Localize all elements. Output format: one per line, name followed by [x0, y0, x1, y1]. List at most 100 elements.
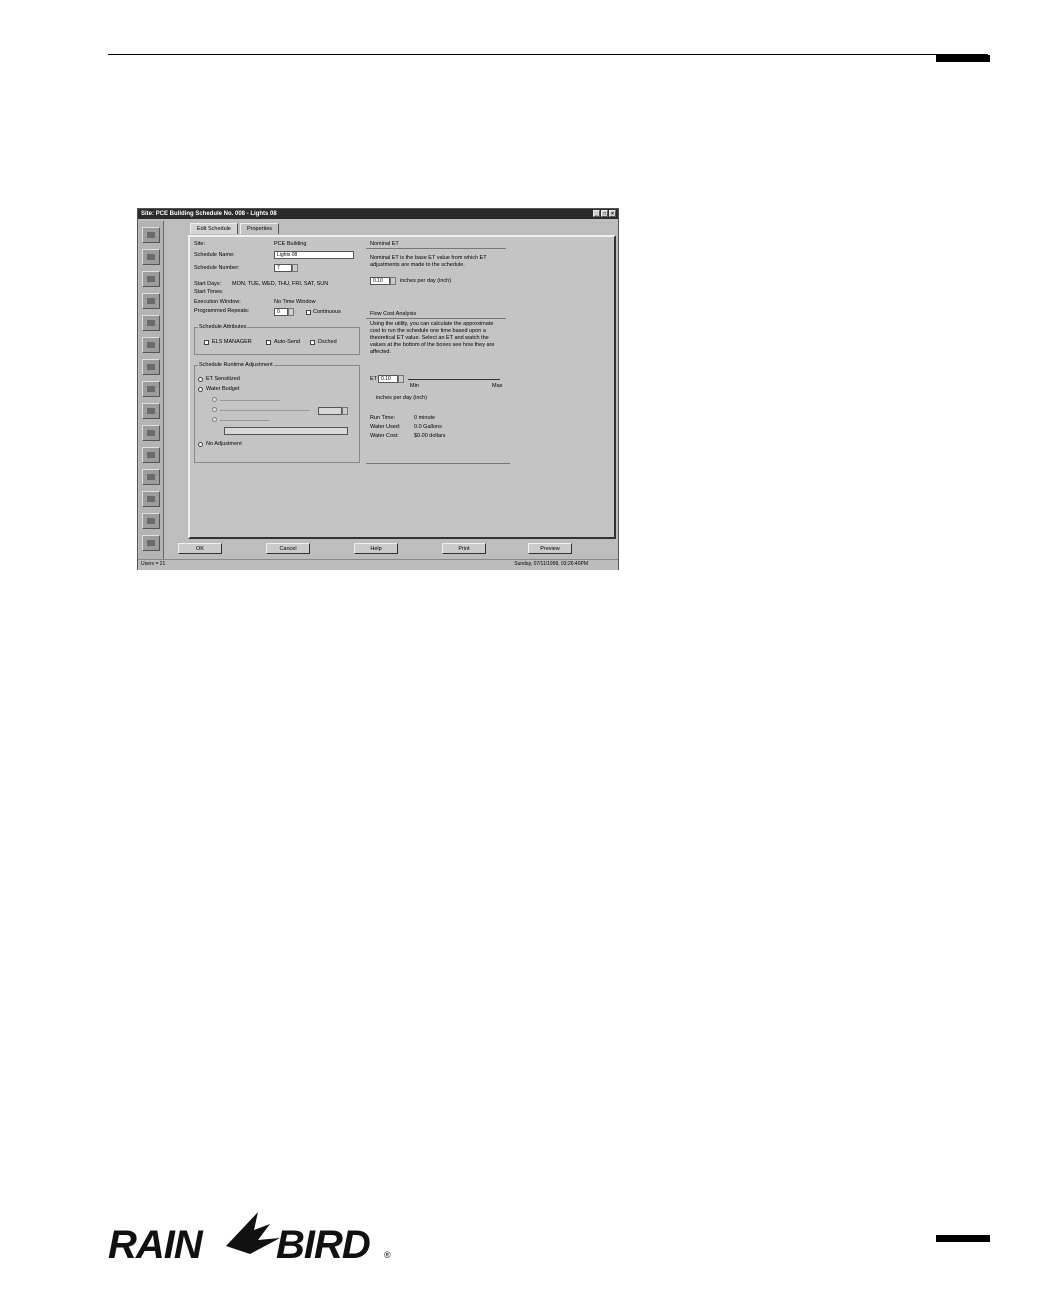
site-value: PCE Building — [274, 241, 307, 247]
tool-icon — [147, 298, 155, 304]
et-spinner[interactable] — [398, 375, 404, 383]
tool-icon — [147, 254, 155, 260]
schedule-number-input[interactable]: 7 — [274, 264, 292, 272]
run-time-value: 0 minute — [414, 415, 436, 421]
rain-bird-logo-graphic: RAIN BIRD ® — [108, 1212, 391, 1267]
run-time-label: Run Time: — [370, 415, 396, 421]
ok-button[interactable]: OK — [178, 543, 222, 554]
runtime-adjustment-title: Schedule Runtime Adjustment — [198, 362, 274, 369]
tab-edit-schedule[interactable]: Edit Schedule — [190, 223, 238, 234]
budget-option-radio[interactable] — [212, 417, 217, 422]
tool-button[interactable] — [142, 513, 160, 529]
start-days-label: Start Days: — [194, 281, 222, 287]
tab-properties[interactable]: Properties — [239, 223, 280, 234]
execution-window-value: No Time Window — [274, 299, 316, 305]
tool-button[interactable] — [142, 491, 160, 507]
slider-min-label: Min — [410, 383, 419, 389]
budget-option-radio[interactable] — [212, 397, 217, 402]
tool-icon — [147, 276, 155, 282]
budget-option-label — [220, 400, 280, 401]
minimize-button[interactable]: _ — [593, 210, 600, 217]
auto-send-checkbox[interactable] — [266, 340, 271, 345]
tool-button[interactable] — [142, 293, 160, 309]
help-button[interactable]: Help — [354, 543, 398, 554]
bird-icon — [226, 1212, 280, 1254]
repeats-input[interactable]: 0 — [274, 308, 288, 316]
et-unit: inches per day (inch) — [376, 395, 428, 401]
flow-cost-title: Flow Cost Analysis — [370, 311, 417, 317]
et-slider[interactable] — [408, 379, 500, 380]
maximize-button[interactable]: □ — [601, 210, 608, 217]
logo-wordmark-2: BIRD — [276, 1223, 370, 1264]
tool-button[interactable] — [142, 315, 160, 331]
schedule-attributes-title: Schedule Attributes — [198, 324, 248, 331]
auto-send-label: Auto-Send — [274, 339, 300, 345]
nominal-et-title: Nominal ET — [370, 241, 399, 247]
window-controls: _ □ × — [593, 210, 616, 217]
schedule-number-label: Schedule Number: — [194, 265, 240, 271]
preview-button[interactable]: Preview — [528, 543, 572, 554]
tool-icon — [147, 452, 155, 458]
rain-bird-logo: RAIN BIRD ® — [108, 1208, 398, 1267]
divider — [366, 248, 506, 249]
nominal-et-input[interactable]: 0.10 — [370, 277, 390, 285]
budget-select[interactable] — [224, 427, 348, 435]
site-label: Site: — [194, 241, 206, 247]
window-title: Site: PCE Building Schedule No. 008 - Li… — [141, 211, 277, 217]
tool-button[interactable] — [142, 469, 160, 485]
et-sensitized-radio[interactable] — [198, 377, 203, 382]
cancel-button[interactable]: Cancel — [266, 543, 310, 554]
logo-wordmark: RAIN — [108, 1223, 204, 1264]
budget-value-input[interactable] — [318, 407, 342, 415]
water-used-label: Water Used: — [370, 424, 401, 430]
status-datetime: Sunday, 07/11/1999, 03:26:40PM — [514, 561, 588, 567]
schedule-number-spinner[interactable] — [292, 264, 298, 272]
close-button[interactable]: × — [609, 210, 616, 217]
tool-button[interactable] — [142, 359, 160, 375]
schedule-name-label: Schedule Name: — [194, 252, 235, 258]
els-manager-checkbox[interactable] — [204, 340, 209, 345]
flow-cost-description: Using the utility, you can calculate the… — [370, 321, 495, 355]
budget-value-spinner[interactable] — [342, 407, 348, 415]
tool-button[interactable] — [142, 249, 160, 265]
tool-button[interactable] — [142, 227, 160, 243]
repeats-spinner[interactable] — [288, 308, 294, 316]
et-sensitized-label: ET Sensitized — [206, 376, 240, 382]
continuous-checkbox[interactable] — [306, 310, 311, 315]
tool-button[interactable] — [142, 381, 160, 397]
start-times-label: Start Times: — [194, 289, 224, 295]
print-button[interactable]: Print — [442, 543, 486, 554]
tool-button[interactable] — [142, 447, 160, 463]
tool-button[interactable] — [142, 425, 160, 441]
water-budget-radio[interactable] — [198, 387, 203, 392]
tool-button[interactable] — [142, 337, 160, 353]
water-used-value: 0.0 Gallons — [414, 424, 442, 430]
budget-option-label — [220, 410, 310, 411]
no-adjustment-radio[interactable] — [198, 442, 203, 447]
tool-button[interactable] — [142, 535, 160, 551]
tool-button[interactable] — [142, 403, 160, 419]
status-bar: Users = 21 Sunday, 07/11/1999, 03:26:40P… — [138, 559, 618, 570]
tab-strip: Edit Schedule Properties — [190, 223, 281, 235]
budget-option-radio[interactable] — [212, 407, 217, 412]
status-users: Users = 21 — [141, 561, 166, 567]
tool-icon — [147, 430, 155, 436]
tool-icon — [147, 342, 155, 348]
et-input[interactable]: 0.10 — [378, 375, 398, 383]
dialog-button-bar: OK Cancel Help Print Preview — [168, 541, 616, 557]
budget-option-label — [220, 420, 270, 421]
schedule-panel: Site: PCE Building Schedule Name: Lights… — [188, 235, 616, 539]
tool-icon — [147, 496, 155, 502]
nominal-et-description: Nominal ET is the base ET value from whi… — [370, 255, 487, 268]
tool-icon — [147, 540, 155, 546]
tool-icon — [147, 364, 155, 370]
water-cost-value: $0.00 dollars — [414, 433, 446, 439]
schedule-name-input[interactable]: Lights 08 — [274, 251, 354, 259]
tool-button[interactable] — [142, 271, 160, 287]
nominal-et-spinner[interactable] — [390, 277, 396, 285]
divider — [366, 318, 506, 319]
left-toolbar — [139, 221, 164, 559]
tool-icon — [147, 386, 155, 392]
dsched-checkbox[interactable] — [310, 340, 315, 345]
water-cost-label: Water Cost: — [370, 433, 399, 439]
